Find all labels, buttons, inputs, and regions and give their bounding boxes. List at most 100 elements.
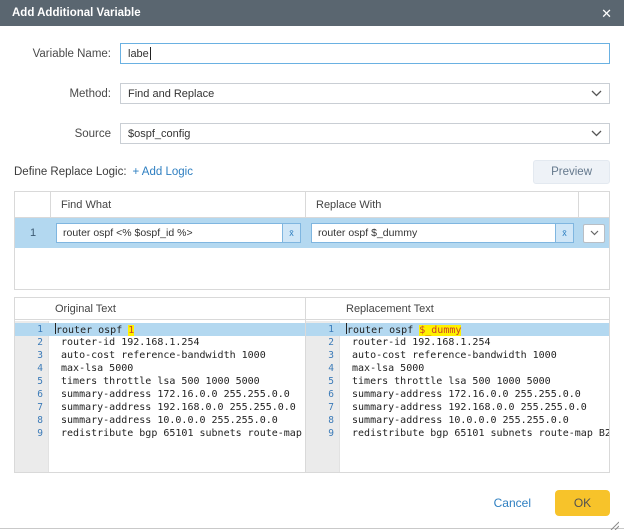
replace-with-input[interactable]: router ospf $_dummy x̄	[311, 223, 574, 243]
code-line: 8 summary-address 10.0.0.0 255.255.0.0	[15, 414, 305, 427]
code-text: summary-address 192.168.0.0 255.255.0.0	[49, 401, 296, 414]
insert-variable-icon[interactable]: x̄	[282, 224, 300, 242]
rule-row-dropdown-button[interactable]	[583, 224, 605, 243]
line-number: 7	[306, 401, 340, 414]
find-what-input[interactable]: router ospf <% $ospf_id %> x̄	[56, 223, 301, 243]
replacement-text-header: Replacement Text	[306, 298, 609, 320]
replacement-text-body[interactable]: 1router ospf $_dummy2 router-id 192.168.…	[306, 321, 609, 472]
preview-panels: Original Text 1router ospf 12 router-id …	[14, 297, 610, 473]
method-label: Method:	[14, 88, 120, 100]
code-line: 4 max-lsa 5000	[15, 362, 305, 375]
code-text: max-lsa 5000	[340, 362, 424, 375]
preview-button[interactable]: Preview	[533, 160, 610, 184]
text-cursor	[55, 323, 56, 334]
code-text: summary-address 192.168.0.0 255.255.0.0	[340, 401, 587, 414]
code-text: router ospf $_dummy	[340, 323, 461, 336]
code-text: timers throttle lsa 500 1000 5000	[340, 375, 551, 388]
replace-with-cell: router ospf $_dummy x̄	[306, 223, 579, 243]
dialog-footer: Cancel OK	[494, 490, 610, 516]
dialog-titlebar: Add Additional Variable ✕	[0, 0, 624, 26]
replacement-text-panel: Replacement Text 1router ospf $_dummy2 r…	[306, 298, 609, 472]
add-logic-link[interactable]: + Add Logic	[133, 166, 193, 178]
line-number: 5	[306, 375, 340, 388]
line-number: 5	[15, 375, 49, 388]
row-number-column-header	[15, 192, 51, 217]
code-text: summary-address 10.0.0.0 255.255.0.0	[49, 414, 278, 427]
code-line: 8 summary-address 10.0.0.0 255.255.0.0	[306, 414, 609, 427]
variable-name-value: labe	[128, 48, 149, 60]
code-text: redistribute bgp 65101 subnets route-map…	[340, 427, 609, 440]
code-text: timers throttle lsa 500 1000 5000	[49, 375, 260, 388]
method-value: Find and Replace	[128, 88, 214, 100]
line-number: 1	[306, 323, 340, 336]
rule-row[interactable]: 1 router ospf <% $ospf_id %> x̄ router o…	[15, 218, 609, 248]
code-line: 5 timers throttle lsa 500 1000 5000	[306, 375, 609, 388]
code-line: 2 router-id 192.168.1.254	[15, 336, 305, 349]
line-number: 7	[15, 401, 49, 414]
rule-row-options	[579, 224, 609, 243]
original-code-lines: 1router ospf 12 router-id 192.168.1.2543…	[15, 323, 305, 440]
code-text: summary-address 172.16.0.0 255.255.0.0	[49, 388, 290, 401]
line-number: 9	[15, 427, 49, 440]
source-select[interactable]: $ospf_config	[120, 123, 610, 144]
code-line: 1router ospf 1	[15, 323, 305, 336]
close-icon[interactable]: ✕	[601, 7, 612, 20]
text-cursor	[150, 47, 151, 60]
code-text: redistribute bgp 65101 subnets route-map…	[49, 427, 305, 440]
code-text: auto-cost reference-bandwidth 1000	[49, 349, 266, 362]
actions-column-header	[579, 192, 609, 217]
code-text: summary-address 10.0.0.0 255.255.0.0	[340, 414, 569, 427]
code-line: 3 auto-cost reference-bandwidth 1000	[15, 349, 305, 362]
code-line: 5 timers throttle lsa 500 1000 5000	[15, 375, 305, 388]
define-replace-logic-row: Define Replace Logic: + Add Logic Previe…	[14, 159, 610, 185]
rule-row-number: 1	[15, 227, 51, 239]
code-line: 7 summary-address 192.168.0.0 255.255.0.…	[306, 401, 609, 414]
code-line: 7 summary-address 192.168.0.0 255.255.0.…	[15, 401, 305, 414]
code-line: 2 router-id 192.168.1.254	[306, 336, 609, 349]
rules-table-empty-area	[15, 248, 609, 289]
code-line: 6 summary-address 172.16.0.0 255.255.0.0	[15, 388, 305, 401]
code-line: 9 redistribute bgp 65101 subnets route-m…	[15, 427, 305, 440]
code-text: max-lsa 5000	[49, 362, 133, 375]
replace-with-column-header: Replace With	[306, 192, 579, 217]
code-line: 4 max-lsa 5000	[306, 362, 609, 375]
cancel-button[interactable]: Cancel	[494, 496, 531, 510]
variable-name-label: Variable Name:	[14, 48, 120, 60]
original-text-body[interactable]: 1router ospf 12 router-id 192.168.1.2543…	[15, 321, 305, 472]
code-text: router-id 192.168.1.254	[340, 336, 491, 349]
dialog-body: Variable Name: labe Method: Find and Rep…	[0, 43, 624, 473]
add-additional-variable-dialog: Add Additional Variable ✕ Variable Name:…	[0, 0, 624, 532]
code-text: router ospf 1	[49, 323, 134, 336]
chevron-down-icon	[591, 90, 602, 97]
code-line: 1router ospf $_dummy	[306, 323, 609, 336]
replacement-code-lines: 1router ospf $_dummy2 router-id 192.168.…	[306, 323, 609, 440]
ok-button[interactable]: OK	[555, 490, 610, 516]
method-select[interactable]: Find and Replace	[120, 83, 610, 104]
line-number: 8	[15, 414, 49, 427]
line-number: 6	[15, 388, 49, 401]
line-number: 6	[306, 388, 340, 401]
define-replace-logic-label: Define Replace Logic:	[14, 166, 127, 178]
find-what-column-header: Find What	[51, 192, 306, 217]
method-row: Method: Find and Replace	[14, 83, 610, 104]
line-number: 2	[15, 336, 49, 349]
original-text-header: Original Text	[15, 298, 305, 320]
resize-grip-icon[interactable]	[609, 517, 619, 527]
source-label: Source	[14, 128, 120, 140]
insert-variable-icon[interactable]: x̄	[555, 224, 573, 242]
line-number: 8	[306, 414, 340, 427]
line-number: 4	[15, 362, 49, 375]
source-value: $ospf_config	[128, 128, 190, 140]
original-text-panel: Original Text 1router ospf 12 router-id …	[15, 298, 306, 472]
variable-name-input[interactable]: labe	[120, 43, 610, 64]
line-number: 9	[306, 427, 340, 440]
code-line: 3 auto-cost reference-bandwidth 1000	[306, 349, 609, 362]
replace-rules-table: Find What Replace With 1 router ospf <% …	[14, 191, 610, 290]
dialog-title: Add Additional Variable	[12, 7, 141, 19]
find-what-cell: router ospf <% $ospf_id %> x̄	[51, 223, 306, 243]
code-text: auto-cost reference-bandwidth 1000	[340, 349, 557, 362]
line-number: 3	[306, 349, 340, 362]
line-number: 3	[15, 349, 49, 362]
line-number: 2	[306, 336, 340, 349]
rules-table-header: Find What Replace With	[15, 192, 609, 218]
